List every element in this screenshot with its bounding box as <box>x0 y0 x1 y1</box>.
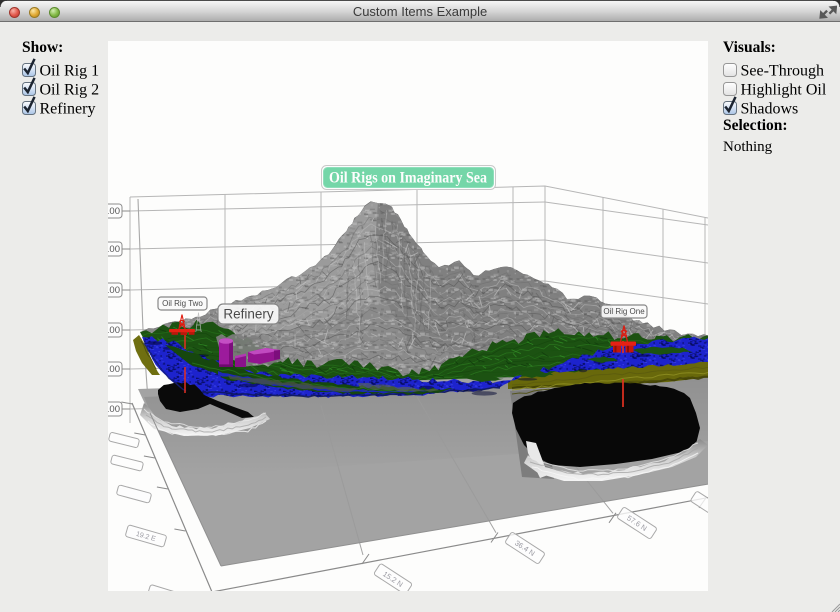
svg-text:Oil Rigs on Imaginary Sea: Oil Rigs on Imaginary Sea <box>329 170 487 187</box>
svg-text:0.00: 0.00 <box>108 364 120 375</box>
svg-text:Refinery: Refinery <box>223 307 274 322</box>
svg-text:Oil Rig Two: Oil Rig Two <box>162 299 203 308</box>
svg-text:0.00: 0.00 <box>108 404 120 415</box>
svg-text:Oil Rig One: Oil Rig One <box>603 307 645 316</box>
svg-text:0.00: 0.00 <box>108 285 120 296</box>
svg-text:0.00: 0.00 <box>108 206 120 217</box>
svg-text:0.00: 0.00 <box>108 325 120 336</box>
svg-text:0.00: 0.00 <box>108 244 120 255</box>
